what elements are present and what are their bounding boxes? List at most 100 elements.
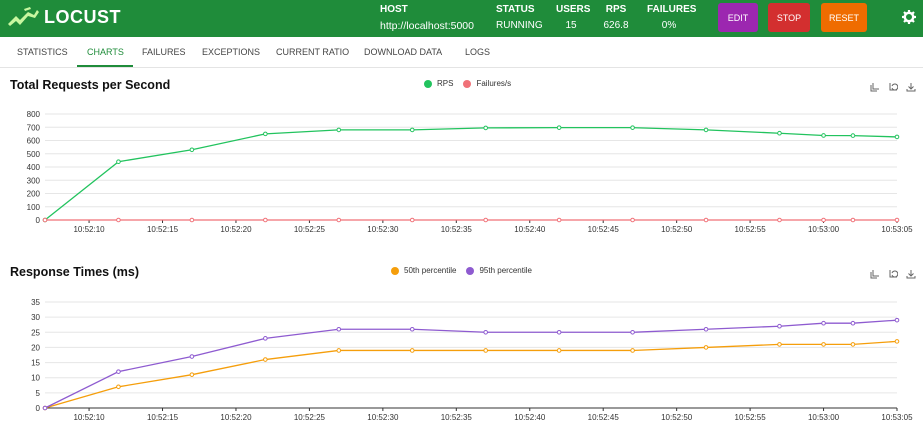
- x-tick-label: 10:52:50: [661, 413, 693, 422]
- legend-item-failures[interactable]: Failures/s: [463, 79, 511, 88]
- data-point: [483, 348, 488, 353]
- x-tick-label: 10:52:10: [73, 413, 105, 422]
- tab-failures[interactable]: FAILURES: [142, 47, 186, 57]
- data-point: [116, 369, 121, 374]
- rps-chart[interactable]: 0 100 200 300 400 500 600 700 800 10:52:10 10:52:1…: [0, 100, 923, 235]
- data-point: [894, 317, 900, 323]
- stat-users-label: USERS: [556, 4, 591, 15]
- x-tick-label: 10:52:40: [514, 225, 546, 234]
- data-point: [263, 131, 268, 137]
- legend-item-rps[interactable]: RPS: [424, 79, 453, 88]
- response-time-chart-legend: 50th percentile 95th percentile: [391, 266, 542, 275]
- data-point: [821, 133, 826, 138]
- zoom-icon[interactable]: [870, 82, 880, 92]
- x-tick-label: 10:52:20: [220, 225, 252, 234]
- legend-item-p95[interactable]: 95th percentile: [466, 266, 532, 275]
- y-tick-label: 500: [27, 150, 41, 159]
- data-point: [336, 217, 342, 223]
- data-point: [703, 326, 709, 332]
- data-point: [630, 329, 635, 335]
- y-tick-label: 5: [36, 389, 41, 398]
- y-tick-label: 200: [27, 190, 41, 199]
- locust-logo[interactable]: LOCUST: [6, 6, 121, 28]
- y-tick-label: 600: [27, 137, 41, 146]
- download-icon[interactable]: [906, 82, 916, 92]
- stat-rps-value: 626.8: [603, 20, 629, 31]
- data-point: [556, 329, 562, 335]
- data-point: [777, 342, 782, 347]
- data-point: [703, 127, 709, 133]
- data-point: [336, 127, 342, 133]
- stat-users: USERS 15: [556, 3, 591, 33]
- stat-host-label: HOST: [380, 4, 408, 15]
- stat-failures-value: 0%: [661, 20, 677, 31]
- stop-button[interactable]: STOP: [768, 3, 810, 32]
- x-tick-label: 10:53:05: [881, 225, 913, 234]
- active-tab-indicator: [77, 65, 133, 67]
- tab-download-data[interactable]: DOWNLOAD DATA: [364, 47, 442, 57]
- response-time-chart[interactable]: 0 5 10 15 20 25 30 35 10:52:10 10:52:15 10:52:20 10…: [0, 290, 923, 422]
- tab-current-ratio[interactable]: CURRENT RATIO: [276, 47, 349, 57]
- y-tick-label: 700: [27, 123, 41, 132]
- legend-dot: [424, 79, 432, 88]
- legend-item-p50[interactable]: 50th percentile: [391, 266, 456, 275]
- y-tick-label: 10: [31, 374, 40, 383]
- x-tick-label: 10:52:10: [73, 225, 105, 234]
- download-icon[interactable]: [906, 269, 916, 279]
- x-tick-label: 10:53:00: [808, 225, 840, 234]
- reset-button[interactable]: RESET: [821, 3, 867, 32]
- legend-label: 95th percentile: [479, 266, 532, 275]
- settings-gear-icon[interactable]: [902, 10, 916, 24]
- series-line: [44, 319, 898, 409]
- data-point: [850, 133, 856, 138]
- x-tick-label: 10:52:35: [441, 225, 473, 234]
- x-tick-label: 10:53:05: [881, 413, 913, 422]
- legend-label: 50th percentile: [404, 266, 457, 275]
- rps-chart-toolbox: [870, 82, 916, 92]
- stat-failures: FAILURES 0%: [647, 3, 697, 33]
- x-tick-label: 10:52:15: [147, 413, 179, 422]
- data-point: [630, 125, 635, 130]
- data-point: [556, 217, 562, 223]
- data-point: [189, 372, 195, 377]
- stat-status-label: STATUS: [496, 4, 535, 15]
- x-tick-label: 10:52:30: [367, 225, 399, 234]
- tab-statistics[interactable]: STATISTICS: [17, 47, 68, 57]
- data-point: [409, 348, 415, 353]
- data-point: [821, 217, 826, 223]
- data-point: [850, 342, 856, 347]
- legend-dot: [463, 79, 472, 88]
- restore-icon[interactable]: [888, 82, 898, 92]
- edit-button[interactable]: EDIT: [718, 3, 758, 32]
- x-tick-label: 10:53:00: [808, 413, 840, 422]
- data-point: [894, 339, 900, 344]
- data-point: [409, 217, 415, 223]
- data-point: [409, 127, 415, 133]
- tab-bar: STATISTICS CHARTS FAILURES EXCEPTIONS CU…: [0, 38, 923, 68]
- data-point: [483, 125, 488, 131]
- x-tick-label: 10:52:45: [588, 413, 620, 422]
- legend-dot: [466, 266, 475, 275]
- stat-failures-label: FAILURES: [647, 4, 697, 15]
- tab-exceptions[interactable]: EXCEPTIONS: [202, 47, 260, 57]
- tab-charts[interactable]: CHARTS: [87, 47, 124, 57]
- response-time-chart-toolbox: [870, 269, 916, 279]
- data-point: [821, 320, 826, 326]
- data-point: [630, 348, 635, 353]
- y-tick-label: 20: [31, 343, 40, 352]
- x-tick-label: 10:52:40: [514, 413, 546, 422]
- data-point: [556, 348, 562, 353]
- tab-logs[interactable]: LOGS: [465, 47, 490, 57]
- data-point: [483, 217, 488, 223]
- locust-logo-icon: [8, 7, 39, 26]
- zoom-icon[interactable]: [870, 269, 880, 279]
- x-tick-label: 10:52:25: [294, 225, 326, 234]
- data-point: [777, 323, 782, 329]
- x-tick-label: 10:52:50: [661, 225, 693, 234]
- data-point: [189, 217, 195, 223]
- restore-icon[interactable]: [888, 269, 898, 279]
- data-point: [894, 217, 900, 223]
- data-point: [42, 217, 48, 223]
- data-point: [850, 217, 856, 223]
- y-tick-label: 35: [31, 298, 40, 307]
